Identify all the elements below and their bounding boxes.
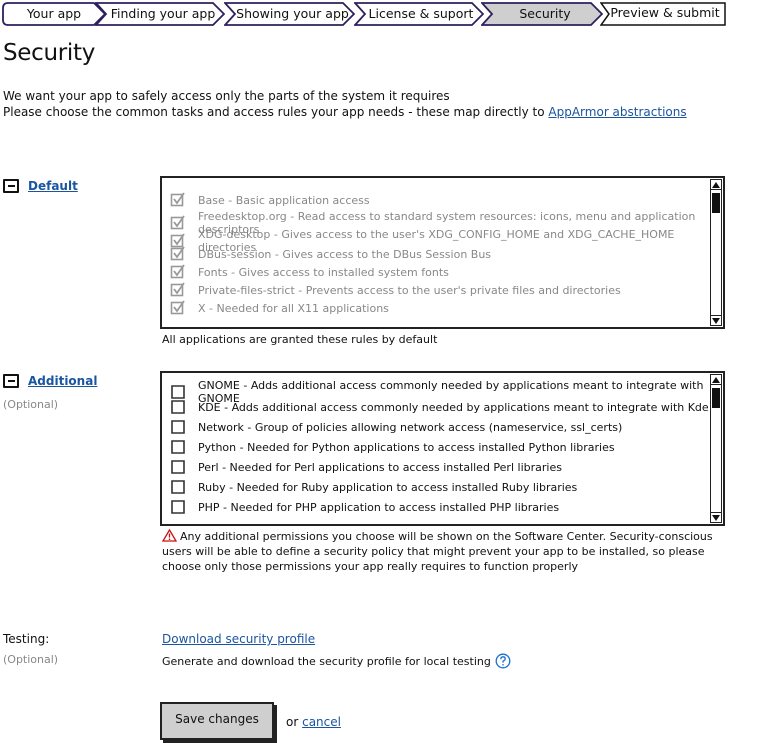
wizard-step-your-app[interactable]: Your app: [2, 2, 106, 26]
checkbox-unchecked[interactable]: [170, 479, 186, 495]
arrow-up-icon: [712, 376, 720, 383]
minus-icon: [7, 185, 15, 187]
additional-rules-list: GNOME - Adds additional access commonly …: [160, 371, 725, 526]
checked-checkbox-icon: [170, 282, 185, 297]
rule-label: DBus-session - Gives access to the DBus …: [198, 247, 492, 261]
default-rules-scrollbar[interactable]: [710, 179, 722, 326]
checked-checkbox-icon: [170, 192, 185, 207]
checked-checkbox-icon: [170, 264, 185, 279]
testing-label: Testing:: [3, 632, 50, 646]
additional-optional-label: (Optional): [3, 398, 59, 411]
arrow-down-icon: [712, 514, 720, 521]
collapse-additional-button[interactable]: [3, 374, 19, 388]
default-rules-caption: All applications are granted these rules…: [162, 333, 438, 346]
default-rule-fonts: Fonts - Gives access to installed system…: [170, 264, 449, 280]
wizard-step-finding-your-app[interactable]: Finding your app: [95, 2, 225, 26]
checkbox-unchecked[interactable]: [170, 499, 186, 515]
scroll-down-button[interactable]: [711, 315, 721, 325]
additional-rule-python[interactable]: Python - Needed for Python applications …: [170, 439, 615, 455]
step-label: Finding your app: [110, 6, 216, 21]
additional-rule-php[interactable]: PHP - Needed for PHP application to acce…: [170, 499, 559, 515]
warning-icon: [162, 529, 177, 542]
default-rule-base: Base - Basic application access: [170, 192, 370, 208]
intro-line-2: Please choose the common tasks and acces…: [3, 104, 687, 120]
default-rule-x: X - Needed for all X11 applications: [170, 300, 389, 316]
arrow-up-icon: [712, 181, 720, 188]
additional-rule-perl[interactable]: Perl - Needed for Perl applications to a…: [170, 459, 562, 475]
default-section-link[interactable]: Default: [28, 179, 78, 193]
additional-rule-ruby[interactable]: Ruby - Needed for Ruby application to ac…: [170, 479, 577, 495]
page-title: Security: [3, 40, 96, 66]
collapse-default-button[interactable]: [3, 179, 19, 193]
wizard-step-security[interactable]: Security: [481, 2, 603, 26]
testing-description-text: Generate and download the security profi…: [162, 654, 491, 668]
intro-line-2-text: Please choose the common tasks and acces…: [3, 105, 549, 119]
default-section-header: Default: [3, 179, 78, 193]
help-icon[interactable]: [495, 653, 511, 669]
rule-label: Ruby - Needed for Ruby application to ac…: [198, 480, 578, 494]
rule-label: Perl - Needed for Perl applications to a…: [198, 460, 562, 474]
checkbox-unchecked[interactable]: [170, 384, 186, 400]
rule-label: Fonts - Gives access to installed system…: [198, 265, 449, 279]
checked-checkbox-icon: [170, 300, 185, 315]
rule-label: X - Needed for all X11 applications: [198, 301, 389, 315]
intro-text: We want your app to safely access only t…: [3, 88, 687, 120]
scroll-down-button[interactable]: [711, 512, 721, 522]
rule-label: Network - Group of policies allowing net…: [198, 420, 623, 434]
cancel-link[interactable]: cancel: [302, 715, 341, 729]
rule-label: Private-files-strict - Prevents access t…: [198, 283, 621, 297]
step-label: Preview & submit: [610, 5, 720, 20]
permissions-warning: Any additional permissions you choose wi…: [162, 529, 722, 574]
intro-line-1: We want your app to safely access only t…: [3, 89, 450, 103]
scroll-thumb[interactable]: [712, 193, 720, 213]
wizard-step-showing-your-app[interactable]: Showing your app: [224, 2, 355, 26]
download-security-profile-link[interactable]: Download security profile: [162, 632, 315, 646]
additional-rules-scrollbar[interactable]: [710, 374, 722, 523]
default-rule-private-files-strict: Private-files-strict - Prevents access t…: [170, 282, 621, 298]
rule-label: PHP - Needed for PHP application to acce…: [198, 500, 560, 514]
step-label: Security: [519, 6, 571, 21]
wizard-step-license-support[interactable]: License & suport: [354, 2, 484, 26]
warning-text: Any additional permissions you choose wi…: [162, 530, 713, 573]
checkbox-unchecked[interactable]: [170, 419, 186, 435]
testing-description: Generate and download the security profi…: [162, 653, 511, 669]
cancel-area: or cancel: [286, 715, 341, 729]
checked-checkbox-icon: [170, 246, 185, 261]
step-label: License & suport: [368, 6, 474, 21]
apparmor-abstractions-link[interactable]: AppArmor abstractions: [548, 105, 686, 119]
scroll-up-button[interactable]: [711, 375, 721, 385]
additional-rule-kde[interactable]: KDE - Adds additional access commonly ne…: [170, 399, 709, 415]
or-text: or: [286, 715, 303, 729]
default-rules-list: Base - Basic application access Freedesk…: [160, 176, 725, 329]
step-label: Your app: [26, 6, 82, 21]
additional-rule-network[interactable]: Network - Group of policies allowing net…: [170, 419, 622, 435]
rule-label: KDE - Adds additional access commonly ne…: [198, 400, 709, 414]
default-rule-dbus-session: DBus-session - Gives access to the DBus …: [170, 246, 491, 262]
minus-icon: [7, 380, 15, 382]
testing-optional-label: (Optional): [3, 653, 59, 666]
wizard-step-preview-submit[interactable]: Preview & submit: [600, 2, 726, 26]
scroll-up-button[interactable]: [711, 180, 721, 190]
additional-section-header: Additional: [3, 374, 97, 388]
arrow-down-icon: [712, 317, 720, 324]
checkbox-unchecked[interactable]: [170, 459, 186, 475]
rule-label: Python - Needed for Python applications …: [198, 440, 615, 454]
scroll-thumb[interactable]: [712, 388, 720, 408]
step-label: Showing your app: [236, 6, 349, 21]
additional-section-link[interactable]: Additional: [28, 374, 97, 388]
rule-label: Base - Basic application access: [198, 193, 370, 207]
checkbox-unchecked[interactable]: [170, 399, 186, 415]
checkbox-unchecked[interactable]: [170, 439, 186, 455]
save-changes-button[interactable]: Save changes: [160, 702, 274, 740]
